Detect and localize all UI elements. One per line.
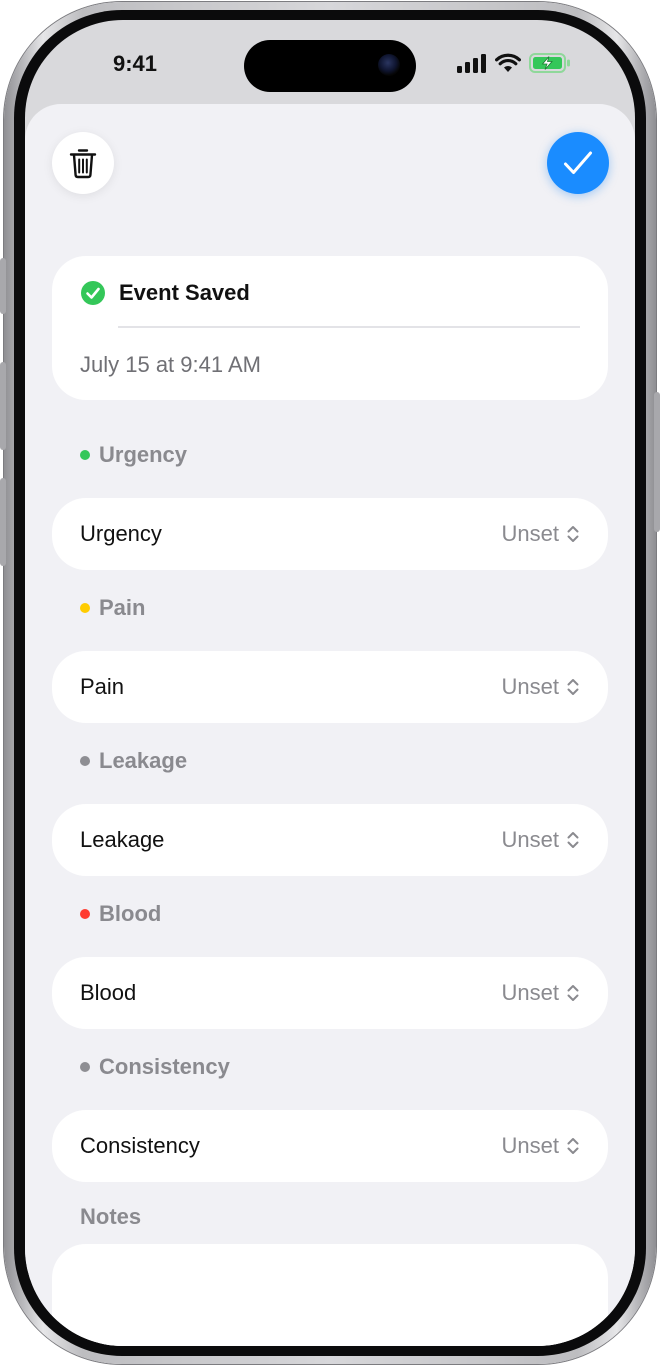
status-dot [80, 450, 90, 460]
section-label-text: Urgency [99, 442, 188, 467]
picker-row-value: Unset [502, 674, 580, 700]
picker-value-text: Unset [501, 674, 559, 699]
wifi-icon [495, 53, 521, 72]
picker-value-text: Unset [501, 1133, 559, 1158]
camera-icon [378, 54, 400, 76]
action-button [0, 258, 6, 314]
event-saved-row: Event Saved [80, 280, 250, 306]
status-icons [457, 53, 571, 73]
section-label-text: Blood [99, 901, 162, 926]
chevron-up-down-icon [567, 985, 579, 1001]
status-dot [80, 756, 90, 766]
chevron-up-down-icon [567, 832, 579, 848]
event-saved-card: Event Saved July 15 at 9:41 AM [52, 256, 608, 400]
status-time: 9:41 [113, 51, 158, 76]
picker-value-text: Unset [501, 827, 559, 852]
picker-value-text: Unset [501, 980, 559, 1005]
section-label-pain: Pain [80, 595, 145, 621]
section-label-text: Leakage [99, 748, 188, 773]
picker-row-label: Urgency [80, 521, 162, 546]
section-label-blood: Blood [80, 901, 161, 927]
picker-row-label: Leakage [80, 827, 165, 852]
section-label-urgency: Urgency [80, 442, 187, 468]
notes-label: Notes [80, 1204, 142, 1229]
picker-row-value: Unset [502, 980, 580, 1006]
picker-row-urgency[interactable]: Urgency Unset [52, 498, 608, 570]
notes-field[interactable] [52, 1244, 608, 1346]
chevron-up-down-icon [567, 679, 579, 695]
section-label-leakage: Leakage [80, 748, 187, 774]
event-timestamp: July 15 at 9:41 AM [80, 352, 261, 377]
delete-button[interactable] [52, 132, 114, 194]
done-button[interactable] [547, 132, 609, 194]
divider [118, 326, 580, 328]
checkmark-circle-icon [81, 281, 105, 305]
screen: 9:41 Event Saved July 15 at 9:41 AM Urge… [25, 20, 635, 1346]
picker-row-value: Unset [502, 827, 580, 853]
picker-row-value: Unset [502, 1133, 580, 1159]
picker-row-consistency[interactable]: Consistency Unset [52, 1110, 608, 1182]
event-saved-title: Event Saved [119, 280, 250, 305]
picker-row-value: Unset [502, 521, 580, 547]
volume-down-button [0, 478, 6, 566]
status-dot [80, 909, 90, 919]
status-bar: 9:41 [25, 20, 635, 104]
section-label-text: Consistency [99, 1054, 230, 1079]
section-label-text: Pain [99, 595, 146, 620]
section-label-consistency: Consistency [80, 1054, 230, 1080]
status-dot [80, 603, 90, 613]
event-sheet: Event Saved July 15 at 9:41 AM Urgency Ur… [25, 104, 635, 1346]
checkmark-icon [564, 151, 592, 174]
status-dot [80, 1062, 90, 1072]
battery-charging-icon [529, 53, 570, 73]
cellular-signal-icon [457, 54, 486, 73]
chevron-up-down-icon [567, 1138, 579, 1154]
volume-up-button [0, 362, 6, 450]
chevron-up-down-icon [567, 526, 579, 542]
picker-row-label: Blood [80, 980, 137, 1005]
power-button [654, 392, 660, 532]
picker-row-label: Pain [80, 674, 125, 699]
picker-row-pain[interactable]: Pain Unset [52, 651, 608, 723]
picker-row-label: Consistency [80, 1133, 200, 1158]
picker-value-text: Unset [501, 521, 559, 546]
trash-icon [69, 149, 97, 179]
picker-row-blood[interactable]: Blood Unset [52, 957, 608, 1029]
picker-row-leakage[interactable]: Leakage Unset [52, 804, 608, 876]
